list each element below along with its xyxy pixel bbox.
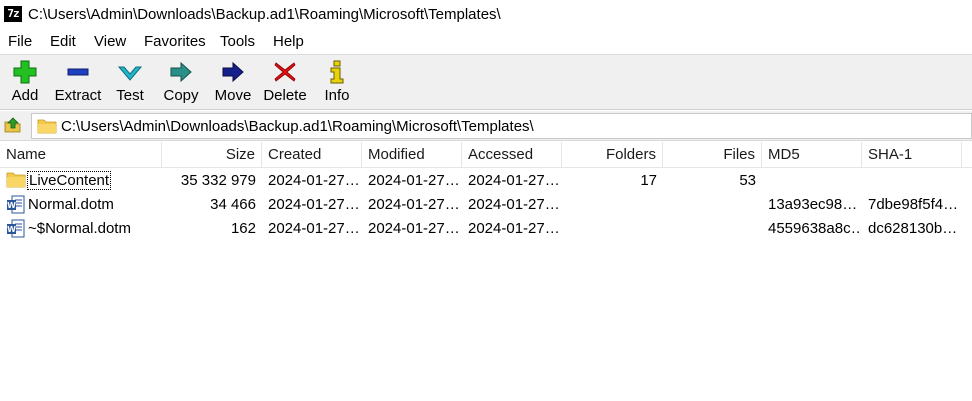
file-sha1 — [862, 169, 962, 193]
menu-view[interactable]: View — [94, 33, 126, 50]
file-name-cell: Normal.dotm — [0, 193, 162, 217]
plus-icon — [13, 60, 37, 84]
file-size: 34 466 — [210, 196, 256, 213]
column-header-sha1[interactable]: SHA-1 — [862, 142, 962, 168]
file-accessed: 2024-01-27… — [468, 196, 560, 213]
file-folders: 17 — [640, 172, 657, 189]
column-header-md5[interactable]: MD5 — [762, 142, 862, 168]
column-header-modified[interactable]: Modified — [362, 142, 462, 168]
info-button[interactable]: Info — [320, 57, 354, 109]
file-md5: 13a93ec98… — [768, 196, 858, 213]
file-modified: 2024-01-27… — [368, 220, 460, 237]
address-path: C:\Users\Admin\Downloads\Backup.ad1\Roam… — [61, 118, 534, 135]
table-row[interactable]: LiveContent 35 332 979 2024-01-27… 2024-… — [0, 169, 972, 193]
file-name-cell: LiveContent — [0, 169, 162, 193]
delete-label: Delete — [263, 87, 307, 104]
file-files: 53 — [739, 172, 756, 189]
up-folder-button[interactable] — [4, 116, 22, 134]
table-row[interactable]: W ~$Normal.dotm 162 2024-01-27… 2024-01-… — [0, 217, 972, 241]
copy-button[interactable]: Copy — [160, 57, 202, 109]
copy-arrow-icon — [170, 61, 192, 83]
add-label: Add — [11, 87, 39, 104]
info-icon — [330, 60, 344, 84]
delete-button[interactable]: Delete — [262, 57, 308, 109]
address-row: C:\Users\Admin\Downloads\Backup.ad1\Roam… — [0, 111, 972, 141]
file-created: 2024-01-27… — [268, 196, 360, 213]
column-header-created[interactable]: Created — [262, 142, 362, 168]
column-header-accessed[interactable]: Accessed — [462, 142, 562, 168]
file-name-cell: ~$Normal.dotm — [0, 217, 162, 241]
file-md5 — [762, 169, 862, 193]
test-button[interactable]: Test — [112, 57, 148, 109]
folder-icon — [37, 119, 57, 134]
file-size: 35 332 979 — [180, 172, 256, 189]
column-header-folders[interactable]: Folders — [562, 142, 663, 168]
copy-label: Copy — [163, 87, 199, 104]
file-created: 2024-01-27… — [268, 172, 360, 189]
move-label: Move — [214, 87, 252, 104]
file-name: ~$Normal.dotm — [28, 220, 131, 237]
file-files — [663, 217, 762, 241]
move-arrow-icon — [222, 61, 244, 83]
minus-icon — [67, 68, 89, 76]
menu-bar: File Edit View Favorites Tools Help — [0, 30, 972, 54]
menu-help[interactable]: Help — [273, 33, 304, 50]
move-button[interactable]: Move — [212, 57, 254, 109]
column-header-size[interactable]: Size — [162, 142, 262, 168]
menu-file[interactable]: File — [8, 33, 32, 50]
column-header-name[interactable]: Name — [0, 142, 162, 168]
up-folder-icon — [4, 117, 21, 133]
extract-button[interactable]: Extract — [52, 57, 104, 109]
file-modified: 2024-01-27… — [368, 172, 460, 189]
file-name: Normal.dotm — [28, 196, 114, 213]
checkmark-icon — [118, 66, 142, 81]
menu-edit[interactable]: Edit — [50, 33, 76, 50]
file-accessed: 2024-01-27… — [468, 220, 560, 237]
window-title: C:\Users\Admin\Downloads\Backup.ad1\Roam… — [28, 6, 501, 23]
toolbar: Add Extract Test Copy Move Delete Info — [0, 54, 972, 110]
file-list: Name Size Created Modified Accessed Fold… — [0, 142, 972, 401]
file-sha1: dc628130b… — [868, 220, 958, 237]
file-md5: 4559638a8c… — [768, 220, 862, 237]
menu-favorites[interactable]: Favorites — [144, 33, 206, 50]
file-name: LiveContent — [26, 171, 112, 190]
extract-label: Extract — [54, 87, 102, 104]
address-bar[interactable]: C:\Users\Admin\Downloads\Backup.ad1\Roam… — [31, 113, 972, 139]
file-folders — [562, 193, 663, 217]
menu-tools[interactable]: Tools — [220, 33, 255, 50]
file-created: 2024-01-27… — [268, 220, 360, 237]
table-row[interactable]: W Normal.dotm 34 466 2024-01-27… 2024-01… — [0, 193, 972, 217]
file-modified: 2024-01-27… — [368, 196, 460, 213]
column-header-row: Name Size Created Modified Accessed Fold… — [0, 142, 972, 168]
column-header-files[interactable]: Files — [663, 142, 762, 168]
x-icon — [274, 62, 296, 82]
app-icon-7z: 7z — [4, 6, 22, 22]
test-label: Test — [116, 87, 144, 104]
add-button[interactable]: Add — [4, 57, 46, 109]
file-sha1: 7dbe98f5f4… — [868, 196, 959, 213]
file-files — [663, 193, 762, 217]
file-folders — [562, 217, 663, 241]
title-bar: 7z C:\Users\Admin\Downloads\Backup.ad1\R… — [0, 0, 972, 30]
file-accessed: 2024-01-27… — [468, 172, 560, 189]
file-size: 162 — [230, 220, 256, 237]
info-label: Info — [324, 87, 350, 104]
